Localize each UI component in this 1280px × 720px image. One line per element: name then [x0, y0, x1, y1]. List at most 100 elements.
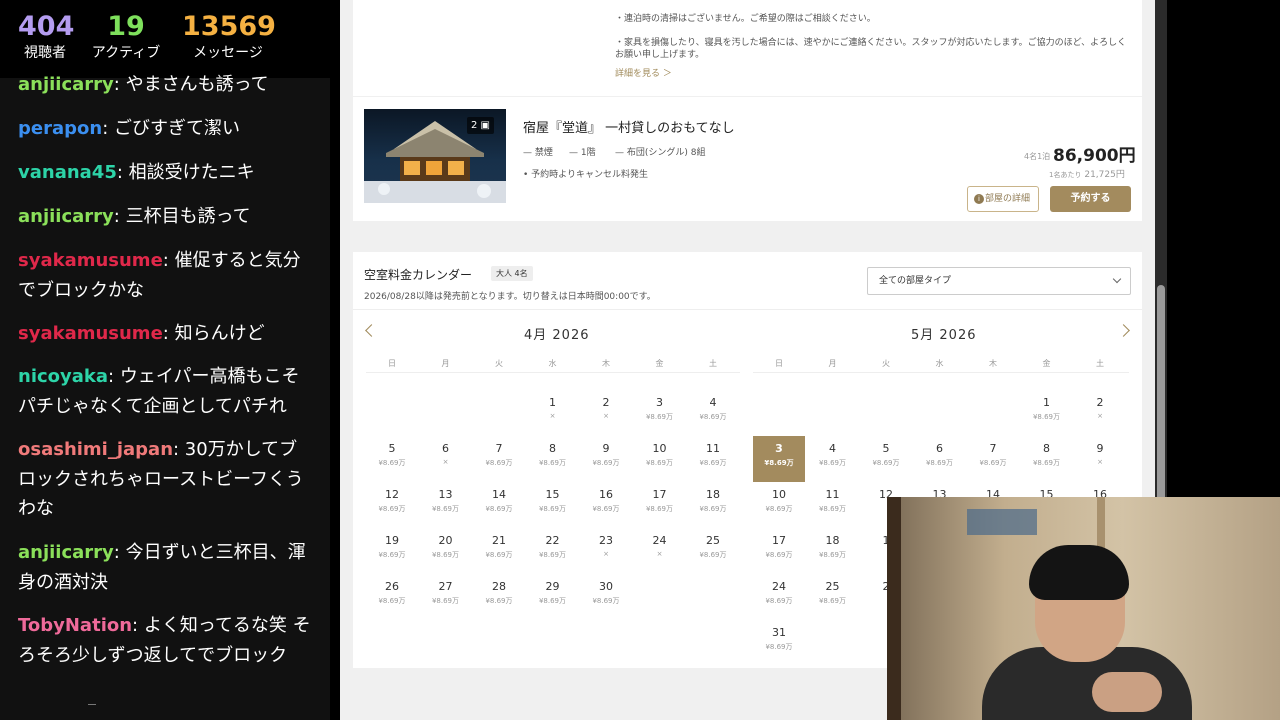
april-day[interactable]: 26 ¥8.69万	[366, 574, 418, 620]
april-day[interactable]: 19 ¥8.69万	[366, 528, 418, 574]
april-day[interactable]: 9 ¥8.69万	[580, 436, 632, 482]
chat-message: anjiicarry: 今日ずいと三杯目、渾身の酒対決	[18, 538, 313, 597]
april-day[interactable]: 16 ¥8.69万	[580, 482, 632, 528]
april-day[interactable]: 17 ¥8.69万	[634, 482, 686, 528]
april-weekday: 土	[709, 359, 717, 368]
book-button[interactable]: 予約する	[1050, 186, 1131, 212]
day-price: ×	[442, 458, 449, 466]
chat-username[interactable]: syakamusume	[18, 250, 163, 271]
chat-username[interactable]: TobyNation	[18, 615, 132, 636]
day-number: 1	[549, 396, 556, 409]
april-day[interactable]: 6 ×	[420, 436, 472, 482]
may-day[interactable]: 6 ¥8.69万	[914, 436, 966, 482]
day-number: 6	[936, 442, 943, 455]
april-day[interactable]: 5 ¥8.69万	[366, 436, 418, 482]
day-price: ¥8.69万	[699, 505, 727, 513]
april-day[interactable]: 20 ¥8.69万	[420, 528, 472, 574]
may-day[interactable]: 1 ¥8.69万	[1021, 390, 1073, 436]
day-price: ¥8.69万	[485, 597, 513, 605]
may-day[interactable]: 4 ¥8.69万	[807, 436, 859, 482]
day-number: 26	[385, 580, 399, 593]
may-day[interactable]: 7 ¥8.69万	[967, 436, 1019, 482]
may-day[interactable]: 24 ¥8.69万	[753, 574, 805, 620]
april-day[interactable]: 11 ¥8.69万	[687, 436, 739, 482]
next-month-icon[interactable]	[1117, 324, 1130, 337]
may-weekday: 日	[775, 359, 783, 368]
room-meta-bedding: — 布団(シングル) 8組	[615, 148, 706, 158]
policy-more-link[interactable]: 詳細を見る ＞	[615, 66, 672, 79]
april-day[interactable]: 24 ×	[634, 528, 686, 574]
april-day[interactable]: 7 ¥8.69万	[473, 436, 525, 482]
chat-username[interactable]: anjiicarry	[18, 74, 114, 95]
april-day[interactable]: 27 ¥8.69万	[420, 574, 472, 620]
room-type-select[interactable]: 全ての部屋タイプ	[867, 267, 1131, 295]
prev-month-icon[interactable]	[365, 324, 378, 337]
day-number: 9	[1096, 442, 1104, 455]
webcam-overlay	[887, 497, 1280, 720]
may-day[interactable]: 9 ×	[1074, 436, 1126, 482]
chat-username[interactable]: nicoyaka	[18, 366, 108, 387]
may-day[interactable]: 5 ¥8.69万	[860, 436, 912, 482]
chat-text: : やまさんも誘って	[113, 74, 269, 95]
may-day[interactable]: 8 ¥8.69万	[1021, 436, 1073, 482]
may-day[interactable]: 2 ×	[1074, 390, 1126, 436]
chat-username[interactable]: anjiicarry	[18, 206, 114, 227]
april-day[interactable]: 8 ¥8.69万	[527, 436, 579, 482]
april-day[interactable]: 15 ¥8.69万	[527, 482, 579, 528]
april-day[interactable]: 23 ×	[580, 528, 632, 574]
may-day[interactable]: 31 ¥8.69万	[753, 620, 805, 666]
chat-username[interactable]: perapon	[18, 118, 102, 139]
may-day[interactable]: 3 ¥8.69万	[753, 436, 805, 482]
day-number: 18	[706, 488, 720, 501]
day-number: 15	[545, 488, 560, 501]
may-day[interactable]: 18 ¥8.69万	[807, 528, 859, 574]
room-photo[interactable]: 2 ▣	[364, 109, 506, 203]
day-price: ×	[603, 550, 609, 558]
april-day[interactable]: 22 ¥8.69万	[527, 528, 579, 574]
messages-count: 13569	[182, 11, 276, 42]
april-day[interactable]: 3 ¥8.69万	[634, 390, 686, 436]
cancel-policy: • 予約時よりキャンセル料発生	[523, 170, 648, 180]
day-price: ¥8.69万	[645, 505, 674, 513]
april-weekday: 日	[388, 359, 396, 368]
april-day[interactable]: 25 ¥8.69万	[687, 528, 739, 574]
april-day[interactable]: 1 ×	[527, 390, 579, 436]
april-day[interactable]: 2 ×	[580, 390, 632, 436]
day-price: ¥8.69万	[538, 459, 567, 467]
room-title[interactable]: 宿屋『堂道』 一村貸しのおもてなし	[523, 117, 735, 136]
april-day[interactable]: 12 ¥8.69万	[366, 482, 418, 528]
chat-username[interactable]: syakamusume	[18, 323, 163, 344]
day-price: ¥8.69万	[592, 505, 620, 513]
april-day[interactable]: 13 ¥8.69万	[420, 482, 472, 528]
day-number: 2	[1096, 396, 1104, 409]
viewers-label: 視聴者	[24, 45, 66, 61]
room-detail-button[interactable]: i 部屋の詳細	[967, 186, 1039, 212]
chat-username[interactable]: osashimi_japan	[18, 439, 173, 460]
april-day[interactable]: 30 ¥8.69万	[580, 574, 632, 620]
may-day[interactable]: 10 ¥8.69万	[753, 482, 805, 528]
may-day[interactable]: 11 ¥8.69万	[807, 482, 859, 528]
day-number: 25	[825, 580, 840, 593]
april-day[interactable]: 28 ¥8.69万	[473, 574, 525, 620]
april-weekday: 火	[495, 359, 503, 368]
april-day[interactable]: 29 ¥8.69万	[527, 574, 579, 620]
april-day[interactable]: 18 ¥8.69万	[687, 482, 739, 528]
april-day[interactable]: 21 ¥8.69万	[473, 528, 525, 574]
day-number: 10	[652, 442, 667, 455]
may-day[interactable]: 17 ¥8.69万	[753, 528, 805, 574]
day-price: ¥8.69万	[1032, 413, 1061, 421]
chat-message: TobyNation: よく知ってるな笑 そろそろ少しずつ返してでブロック	[18, 611, 313, 670]
april-day[interactable]: 4 ¥8.69万	[687, 390, 739, 436]
day-number: 1	[1043, 396, 1050, 409]
chat-message: osashimi_japan: 30万かしてブロックされちゃローストビーフくうわ…	[18, 435, 313, 524]
chat-username[interactable]: vanana45	[18, 162, 117, 183]
day-price: ¥8.69万	[818, 551, 847, 559]
calendar-title: 空室料金カレンダー	[364, 268, 473, 282]
may-day[interactable]: 25 ¥8.69万	[807, 574, 859, 620]
calendar-divider	[353, 309, 1142, 310]
chat-username[interactable]: anjiicarry	[18, 542, 114, 563]
day-price: ¥8.69万	[818, 459, 847, 467]
april-day[interactable]: 10 ¥8.69万	[634, 436, 686, 482]
april-day[interactable]: 14 ¥8.69万	[473, 482, 525, 528]
day-number: 28	[492, 580, 506, 593]
